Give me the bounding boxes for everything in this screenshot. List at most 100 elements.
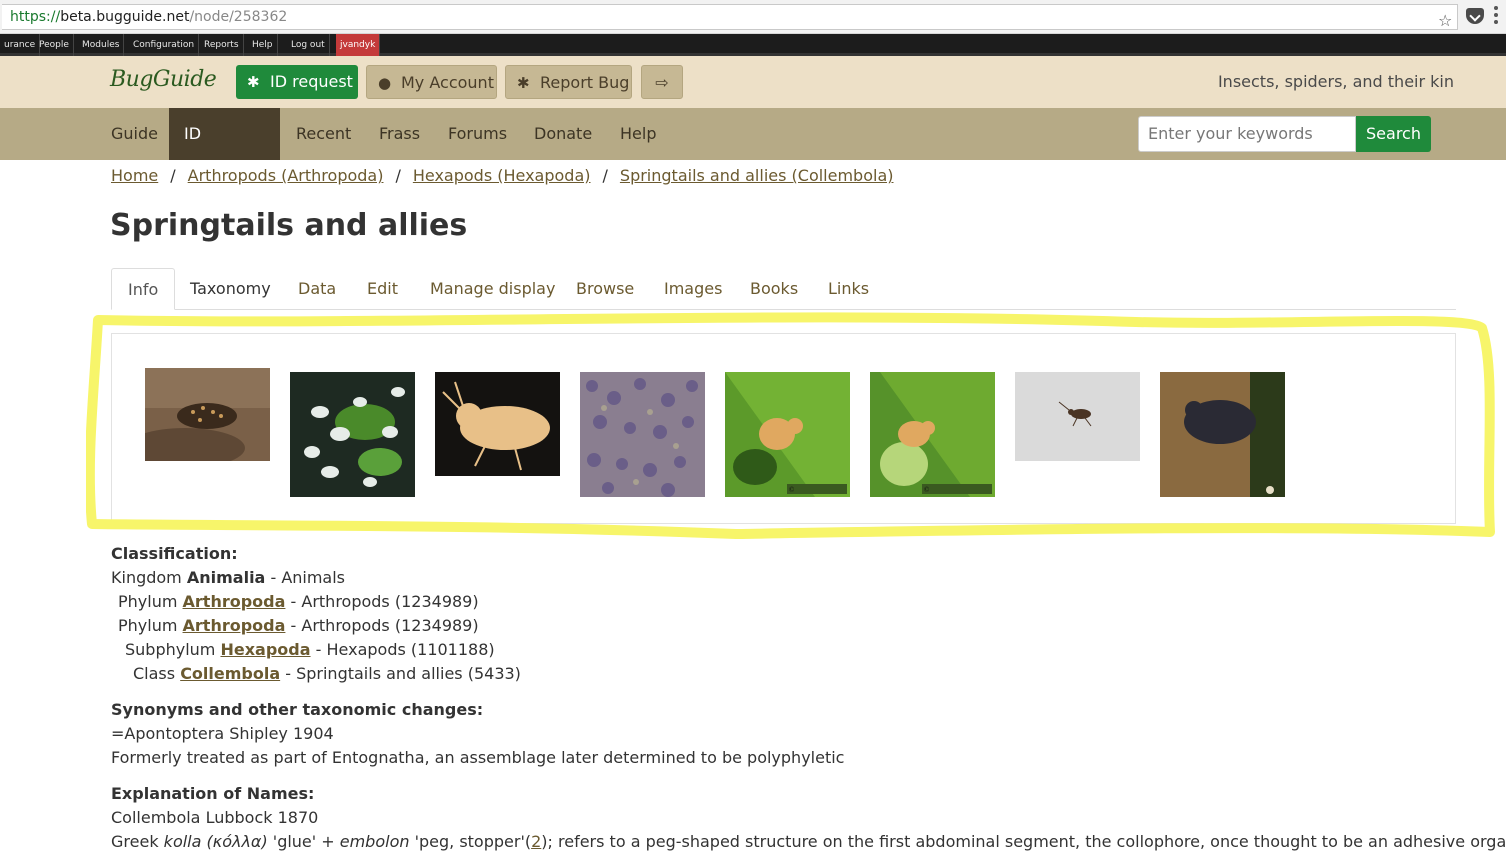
my-account-button[interactable]: ● My Account — [366, 65, 497, 99]
nav-item-frass[interactable]: Frass — [364, 108, 435, 160]
breadcrumb-collembola[interactable]: Springtails and allies (Collembola) — [620, 166, 894, 185]
taxon-rank: Phylum — [118, 592, 178, 611]
url-scheme: https:// — [10, 9, 61, 25]
tab-data[interactable]: Data — [282, 268, 352, 310]
nav-item-guide[interactable]: Guide — [96, 108, 173, 160]
admin-item-modules[interactable]: Modules — [78, 34, 125, 56]
url-bar[interactable]: https://beta.bugguide.net/node/258362 ☆ — [2, 4, 1458, 30]
breadcrumb-separator: / — [395, 166, 401, 185]
gallery-thumbnail[interactable] — [1160, 372, 1285, 497]
synonyms-section: Synonyms and other taxonomic changes: =A… — [111, 698, 1491, 770]
gallery-thumbnail[interactable] — [145, 368, 270, 461]
taxon-row-kingdom: Kingdom Animalia - Animals — [111, 566, 1491, 590]
main-nav: Guide ID Request Recent Frass Forums Don… — [0, 108, 1506, 195]
tab-browse[interactable]: Browse — [560, 268, 650, 310]
tab-links[interactable]: Links — [812, 268, 885, 310]
browser-toolbar: https://beta.bugguide.net/node/258362 ☆ — [0, 0, 1506, 34]
etymology-text: Greek — [111, 832, 164, 851]
url-text: https://beta.bugguide.net/node/258362 — [10, 9, 287, 25]
page-title: Springtails and allies — [110, 208, 468, 243]
admin-user-badge[interactable]: jvandyk — [336, 34, 380, 56]
nav-item-donate[interactable]: Donate — [519, 108, 607, 160]
taxon-row-phylum: Phylum Arthropoda - Arthropods (1234989) — [111, 614, 1491, 638]
gallery-thumbnail[interactable]: © — [870, 372, 995, 497]
admin-item-reports[interactable]: Reports — [200, 34, 244, 56]
my-account-label: My Account — [401, 73, 494, 92]
logout-button[interactable]: ⇨ — [641, 65, 683, 99]
taxon-common: - Hexapods (1101188) — [315, 640, 495, 659]
breadcrumb-home[interactable]: Home — [111, 166, 158, 185]
bookmark-star-icon[interactable]: ☆ — [1438, 11, 1452, 30]
taxon-common: - Arthropods (1234989) — [290, 616, 479, 635]
taxon-rank: Class — [133, 664, 176, 683]
nav-item-recent[interactable]: Recent — [281, 108, 366, 160]
search-button[interactable]: Search — [1356, 116, 1431, 152]
taxon-common: - Arthropods (1234989) — [290, 592, 479, 611]
content-tabs: Info Taxonomy Data Edit Manage display B… — [111, 268, 1456, 310]
etymology-text: ); refers to a peg-shaped structure on t… — [541, 832, 1506, 851]
taxon-row-subphylum: Subphylum Hexapoda - Hexapods (1101188) — [111, 638, 1491, 662]
browser-menu-icon[interactable] — [1494, 6, 1498, 26]
report-bug-button[interactable]: ✱ Report Bug — [505, 65, 632, 99]
admin-item-people[interactable]: People — [35, 34, 74, 56]
taxon-name: Animalia — [186, 568, 266, 587]
site-header: BugGuide ✱ ID request ● My Account ✱ Rep… — [0, 56, 1506, 108]
taxon-row-phylum: Phylum Arthropoda - Arthropods (1234989) — [111, 590, 1491, 614]
url-path: /node/258362 — [189, 9, 288, 25]
nav-item-id-request[interactable]: ID Request — [169, 108, 280, 195]
breadcrumb-arthropoda[interactable]: Arthropods (Arthropoda) — [188, 166, 384, 185]
nav-item-help[interactable]: Help — [605, 108, 671, 160]
tab-edit[interactable]: Edit — [351, 268, 414, 310]
site-logo[interactable]: BugGuide — [110, 67, 217, 92]
classification-label: Classification: — [111, 544, 238, 563]
admin-item-logout[interactable]: Log out — [287, 34, 330, 56]
synonyms-label: Synonyms and other taxonomic changes: — [111, 700, 484, 719]
tab-books[interactable]: Books — [734, 268, 814, 310]
report-bug-label: Report Bug — [540, 73, 630, 92]
gallery-thumbnail[interactable] — [435, 372, 560, 476]
taxon-link-arthropoda[interactable]: Arthropoda — [183, 592, 286, 611]
taxon-row-class: Class Collembola - Springtails and allie… — [111, 662, 1491, 686]
breadcrumb-hexapoda[interactable]: Hexapods (Hexapoda) — [413, 166, 591, 185]
gallery-thumbnail[interactable]: © — [725, 372, 850, 497]
breadcrumb: Home / Arthropods (Arthropoda) / Hexapods (H… — [111, 166, 893, 185]
admin-item-help[interactable]: Help — [248, 34, 278, 56]
user-circle-icon: ● — [378, 74, 392, 92]
explanation-section: Explanation of Names: Collembola Lubbock… — [111, 782, 1506, 851]
id-request-label: ID request — [270, 72, 353, 91]
id-request-button[interactable]: ✱ ID request — [236, 65, 358, 99]
reference-link[interactable]: 2 — [531, 832, 541, 851]
svg-text:©: © — [789, 486, 795, 494]
sign-out-icon: ⇨ — [655, 73, 669, 92]
admin-toolbar: urance People Modules Configuration Repo… — [0, 34, 1506, 56]
breadcrumb-separator: / — [602, 166, 608, 185]
tab-images[interactable]: Images — [648, 268, 738, 310]
site-tagline: Insects, spiders, and their kin — [1217, 72, 1454, 91]
gallery-thumbnail[interactable] — [580, 372, 705, 497]
taxon-common: - Springtails and allies (5433) — [285, 664, 521, 683]
taxon-link-arthropoda[interactable]: Arthropoda — [183, 616, 286, 635]
url-host: beta.bugguide.net — [60, 9, 190, 25]
tab-manage-display[interactable]: Manage display — [414, 268, 571, 310]
search-input[interactable]: Enter your keywords — [1138, 116, 1356, 152]
gallery-thumbnail[interactable] — [1015, 372, 1140, 461]
taxon-link-collembola[interactable]: Collembola — [180, 664, 280, 683]
gallery-thumbnail[interactable] — [290, 372, 415, 497]
etymology-text: 'peg, stopper'( — [409, 832, 532, 851]
info-content: Classification: Kingdom Animalia - Anima… — [111, 542, 1506, 851]
tab-info[interactable]: Info — [111, 268, 176, 310]
taxon-rank: Subphylum — [125, 640, 216, 659]
etymology-text: kolla — [163, 832, 202, 851]
explanation-line: Collembola Lubbock 1870 — [111, 808, 319, 827]
taxon-link-hexapoda[interactable]: Hexapoda — [220, 640, 310, 659]
taxon-rank: Phylum — [118, 616, 178, 635]
admin-item-configuration[interactable]: Configuration — [129, 34, 200, 56]
bug-icon: ✱ — [517, 74, 530, 92]
tab-taxonomy[interactable]: Taxonomy — [174, 268, 287, 310]
etymology-text: 'glue' + — [267, 832, 340, 851]
taxon-rank: Kingdom — [111, 568, 182, 587]
etymology-greek: (κόλλα) — [206, 832, 268, 851]
nav-item-forums[interactable]: Forums — [433, 108, 522, 160]
breadcrumb-separator: / — [170, 166, 176, 185]
pocket-icon[interactable] — [1466, 8, 1484, 24]
